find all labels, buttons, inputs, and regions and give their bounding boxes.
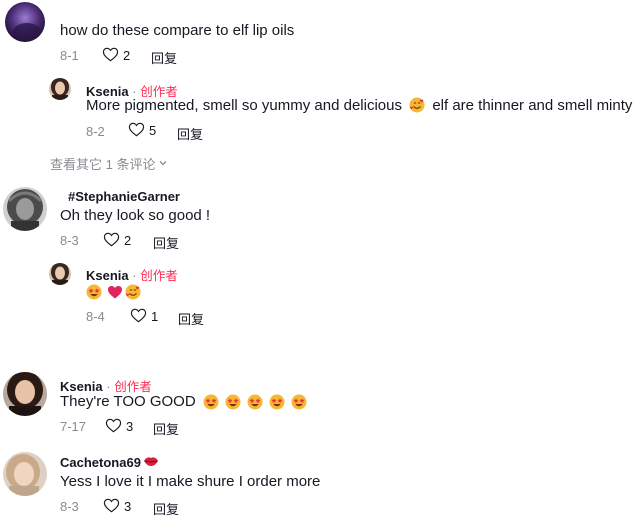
- reply-emoji-row: [86, 284, 144, 300]
- heart-outline-icon: [128, 121, 145, 140]
- reply-button[interactable]: 回复: [153, 419, 179, 438]
- like-count: 1: [151, 309, 159, 324]
- comment-date: 8-1: [60, 48, 79, 63]
- star-struck-emoji: [86, 284, 102, 300]
- like-button[interactable]: 3: [103, 497, 131, 516]
- like-button[interactable]: 3: [105, 417, 133, 436]
- like-count: 3: [124, 499, 132, 514]
- comment-date: 8-4: [86, 309, 105, 324]
- comment-text-row: They're TOO GOOD: [60, 393, 310, 410]
- username[interactable]: Ksenia: [60, 379, 103, 394]
- comment-text: They're TOO GOOD: [60, 393, 196, 410]
- smiling-face-with-hearts-emoji: [125, 284, 141, 300]
- separator: ·: [132, 268, 137, 283]
- avatar[interactable]: [49, 263, 71, 285]
- heart-outline-icon: [105, 417, 122, 436]
- separator: ·: [106, 379, 111, 394]
- comment-text: how do these compare to elf lip oils: [60, 22, 295, 39]
- reply-author[interactable]: Ksenia · 创作者: [86, 265, 178, 284]
- comment-date: 8-2: [86, 124, 105, 139]
- avatar[interactable]: [3, 452, 47, 496]
- like-button[interactable]: 2: [103, 231, 131, 250]
- star-struck-emoji: [247, 394, 263, 410]
- view-more-label: 查看其它 1 条评论: [50, 157, 156, 172]
- comment-author[interactable]: Cachetona69: [60, 455, 159, 470]
- like-count: 2: [124, 233, 132, 248]
- reply-button[interactable]: 回复: [177, 124, 203, 143]
- heart-outline-icon: [103, 497, 120, 516]
- reply-button[interactable]: 回复: [153, 499, 179, 518]
- comment-text: Yess I love it I make shure I order more: [60, 473, 321, 490]
- reply-text: More pigmented, smell so yummy and delic…: [86, 97, 632, 114]
- heart-outline-icon: [103, 231, 120, 250]
- reply-button[interactable]: 回复: [151, 48, 177, 67]
- star-struck-emoji: [269, 394, 285, 410]
- star-struck-emoji: [291, 394, 307, 410]
- username[interactable]: Cachetona69: [60, 455, 141, 470]
- avatar[interactable]: [49, 78, 71, 100]
- heart-outline-icon: [102, 46, 119, 65]
- like-button[interactable]: 1: [130, 307, 158, 326]
- like-count: 3: [126, 419, 134, 434]
- reply-text-part: More pigmented, smell so yummy and delic…: [86, 97, 402, 114]
- avatar[interactable]: [5, 2, 45, 42]
- star-struck-emoji: [203, 394, 219, 410]
- creator-badge: 创作者: [114, 380, 152, 394]
- chevron-down-icon: [158, 156, 168, 171]
- username[interactable]: Ksenia: [86, 268, 129, 283]
- like-count: 2: [123, 48, 131, 63]
- creator-badge: 创作者: [140, 269, 178, 283]
- comment-date: 8-3: [60, 499, 79, 514]
- view-more-replies[interactable]: 查看其它 1 条评论: [50, 154, 168, 173]
- comment-date: 7-17: [60, 419, 87, 434]
- red-heart-emoji: [107, 284, 123, 300]
- comment-date: 8-3: [60, 233, 79, 248]
- avatar[interactable]: [3, 372, 47, 416]
- reply-button[interactable]: 回复: [153, 233, 179, 252]
- comment-text: Oh they look so good !: [60, 207, 211, 224]
- star-struck-emoji: [225, 394, 241, 410]
- reply-button[interactable]: 回复: [178, 309, 204, 328]
- like-button[interactable]: 2: [102, 46, 130, 65]
- avatar[interactable]: [3, 187, 47, 231]
- like-button[interactable]: 5: [128, 121, 156, 140]
- heart-outline-icon: [130, 307, 147, 326]
- smiling-face-with-hearts-emoji: [409, 97, 425, 113]
- reply-text-part: elf are thinner and smell minty: [432, 97, 633, 114]
- username[interactable]: #StephanieGarner: [68, 189, 180, 204]
- like-count: 5: [149, 123, 157, 138]
- lips-emoji: [143, 455, 159, 470]
